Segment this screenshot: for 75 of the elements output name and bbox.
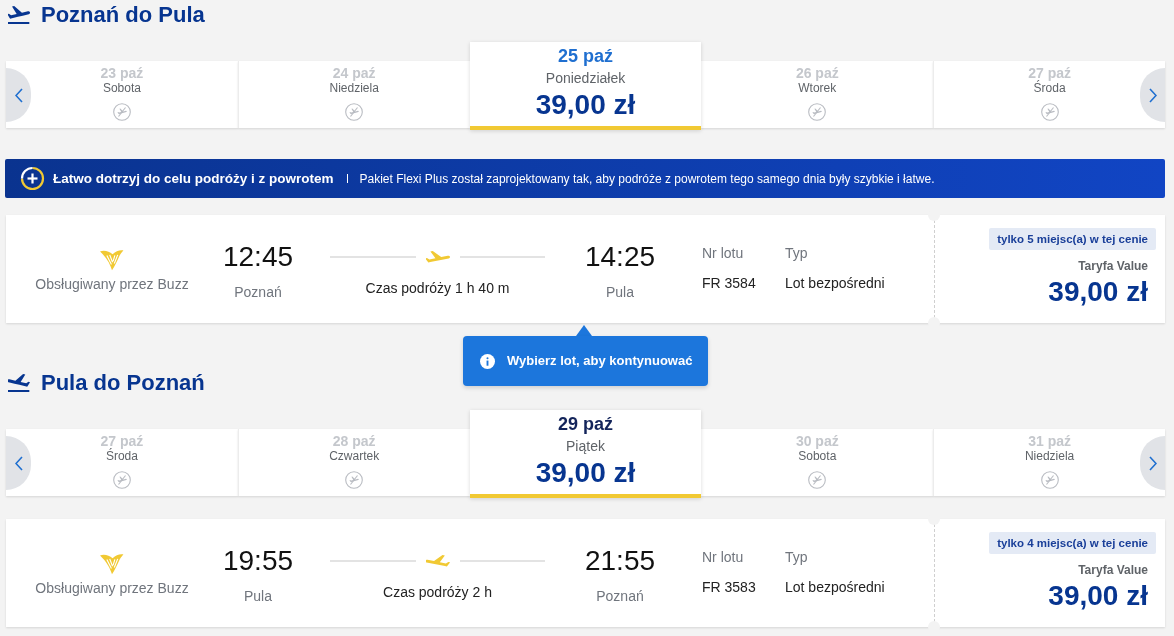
weekday-label: Poniedziałek [545, 70, 626, 86]
flight-number-label: Nr lotu [702, 549, 744, 565]
date-label: 24 paź [332, 65, 376, 81]
date-label: 26 paź [795, 65, 839, 81]
seats-left-badge: tylko 5 miejsc(a) w tej cenie [989, 228, 1156, 250]
arrival-time: 21:55 [584, 545, 656, 577]
departure-city: Poznań [234, 284, 282, 300]
date-label: 31 paź [1028, 433, 1071, 449]
date-label: 27 paź [1028, 65, 1071, 81]
date-label: 23 paź [100, 65, 144, 81]
harp-logo-icon [100, 248, 124, 272]
date-label: 25 paź [557, 45, 613, 67]
date-label: 30 paź [795, 433, 839, 449]
weekday-label: Niedziela [1024, 449, 1075, 463]
journey-title: Pula do Poznań [41, 370, 205, 396]
flight-number-label: Nr lotu [702, 245, 744, 261]
date-tab[interactable]: 27 paź Środa [933, 61, 1165, 128]
plane-icon [425, 555, 450, 567]
date-tab[interactable]: 30 paź Sobota [701, 429, 934, 496]
weekday-label: Sobota [798, 449, 837, 463]
date-label: 28 paź [332, 433, 376, 449]
weekday-label: Środa [105, 449, 138, 463]
plus-circle-icon [20, 166, 45, 191]
weekday-label: Wtorek [798, 81, 837, 95]
banner-text: Pakiet Flexi Plus został zaprojektowany tak, aby podróże z powrotem tego samego dnia były szybkie i łatwe. [359, 171, 935, 186]
price-label: 39,00 zł [535, 89, 636, 121]
plane-icon [425, 251, 450, 263]
arrival-city: Pula [606, 284, 634, 300]
duration-label: Czas podróży 1 h 40 m [365, 280, 510, 296]
journey-title: Poznań do Pula [41, 2, 205, 28]
date-label: 29 paź [557, 413, 613, 435]
arrival-time: 14:25 [584, 241, 656, 273]
seats-left-badge: tylko 4 miejsc(a) w tej cenie [989, 532, 1156, 554]
harp-logo-icon [100, 552, 124, 576]
flight-type: Lot bezpośredni [785, 579, 885, 595]
date-tab[interactable]: 24 paź Niedziela [237, 61, 470, 128]
weekday-label: Niedziela [329, 81, 379, 95]
notice-text: Wybierz lot, aby kontynuować [507, 353, 693, 369]
chevron-right-icon [1148, 455, 1157, 471]
date-tab[interactable]: 26 paź Wtorek [701, 61, 934, 128]
weekday-label: Piątek [566, 438, 605, 454]
fare-price: 39,00 zł [1048, 580, 1148, 612]
fare-label: Taryfa Value [1078, 259, 1148, 273]
chevron-right-icon [1148, 87, 1157, 103]
date-tab[interactable]: 23 paź Sobota [6, 61, 238, 128]
fare-price: 39,00 zł [1048, 276, 1148, 308]
operator-label: Obsługiwany przez Buzz [35, 580, 189, 596]
arrival-city: Poznań [596, 588, 644, 604]
banner-title: Łatwo dotrzyj do celu podróży i z powrotem [53, 170, 334, 187]
flight-type-label: Typ [785, 245, 808, 261]
price-label: 39,00 zł [535, 457, 636, 489]
plane-icon [8, 374, 30, 392]
date-tab[interactable]: 25 paź Poniedziałek 39,00 zł [469, 42, 702, 130]
chevron-left-icon [14, 87, 23, 103]
date-tab[interactable]: 28 paź Czwartek [237, 429, 470, 496]
departure-time: 19:55 [222, 545, 294, 577]
date-tab[interactable]: 31 paź Niedziela [933, 429, 1165, 496]
chevron-left-icon [14, 455, 23, 471]
weekday-label: Sobota [102, 81, 141, 95]
flight-type-label: Typ [785, 549, 808, 565]
date-tab[interactable]: 27 paź Środa [6, 429, 238, 496]
flight-number: FR 3584 [702, 275, 756, 291]
weekday-label: Czwartek [329, 449, 380, 463]
duration-label: Czas podróży 2 h [383, 584, 492, 600]
flight-number: FR 3583 [702, 579, 756, 595]
departure-city: Pula [244, 588, 272, 604]
date-label: 27 paź [100, 433, 144, 449]
flight-type: Lot bezpośredni [785, 275, 885, 291]
departure-time: 12:45 [222, 241, 294, 273]
date-tab[interactable]: 29 paź Piątek 39,00 zł [469, 410, 702, 498]
operator-label: Obsługiwany przez Buzz [35, 276, 189, 292]
info-icon [480, 353, 495, 369]
plane-icon [8, 6, 30, 24]
weekday-label: Środa [1033, 81, 1066, 95]
fare-label: Taryfa Value [1078, 563, 1148, 577]
